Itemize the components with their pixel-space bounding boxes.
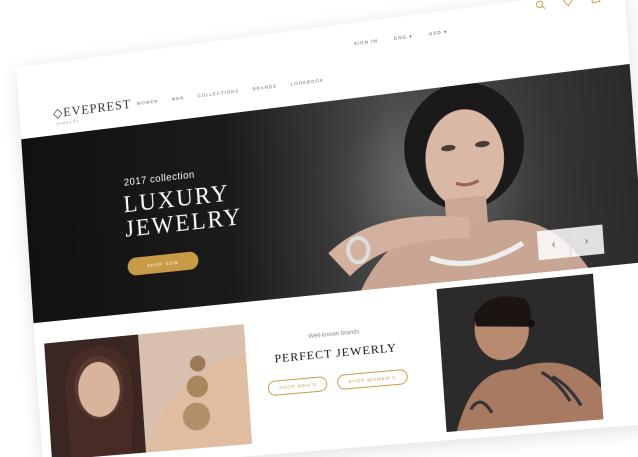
shop-now-button[interactable]: SHOP NOW <box>127 250 200 277</box>
prev-arrow-icon[interactable]: ‹ <box>536 227 572 261</box>
promo-women-image <box>44 324 253 457</box>
main-nav: WOMEN MEN COLLECTIONS BRANDS LOOKBOOK <box>137 77 325 106</box>
search-icon[interactable] <box>535 0 546 11</box>
diamond-icon[interactable] <box>563 0 574 7</box>
logo-text: EVEPREST <box>62 96 132 120</box>
shop-womens-button[interactable]: SHOP WOMEN'S <box>336 368 408 391</box>
next-arrow-icon[interactable]: › <box>569 224 605 257</box>
nav-item-men[interactable]: MEN <box>172 95 185 102</box>
nav-item-lookbook[interactable]: LOOKBOOK <box>291 77 325 86</box>
top-links: SIGN IN ENG ▾ USD ▾ <box>354 29 448 47</box>
header-icons <box>535 0 601 11</box>
screenshot-stage: ◇EVEPREST JEWELRY WOMEN MEN COLLECTIONS … <box>0 0 638 457</box>
nav-item-brands[interactable]: BRANDS <box>253 83 278 91</box>
website-page: ◇EVEPREST JEWELRY WOMEN MEN COLLECTIONS … <box>16 0 638 457</box>
logo[interactable]: ◇EVEPREST <box>53 96 132 121</box>
slider-arrows: ‹ › <box>536 224 605 261</box>
language-label: ENG <box>393 34 408 41</box>
hero-model-image <box>326 75 589 291</box>
shop-mens-button[interactable]: SHOP MEN'S <box>267 375 328 397</box>
sign-in-link[interactable]: SIGN IN <box>354 38 378 47</box>
language-select[interactable]: ENG ▾ <box>394 33 413 42</box>
currency-label: USD <box>428 29 442 37</box>
nav-item-collections[interactable]: COLLECTIONS <box>197 88 239 98</box>
cart-icon[interactable] <box>590 0 601 4</box>
promo-brands: Well-known brands PERFECT JEWERLY SHOP M… <box>255 322 422 437</box>
nav-item-women[interactable]: WOMEN <box>137 98 159 106</box>
promo-men-image <box>436 273 604 433</box>
promo-buttons: SHOP MEN'S SHOP WOMEN'S <box>258 368 419 397</box>
currency-select[interactable]: USD ▾ <box>429 29 448 38</box>
